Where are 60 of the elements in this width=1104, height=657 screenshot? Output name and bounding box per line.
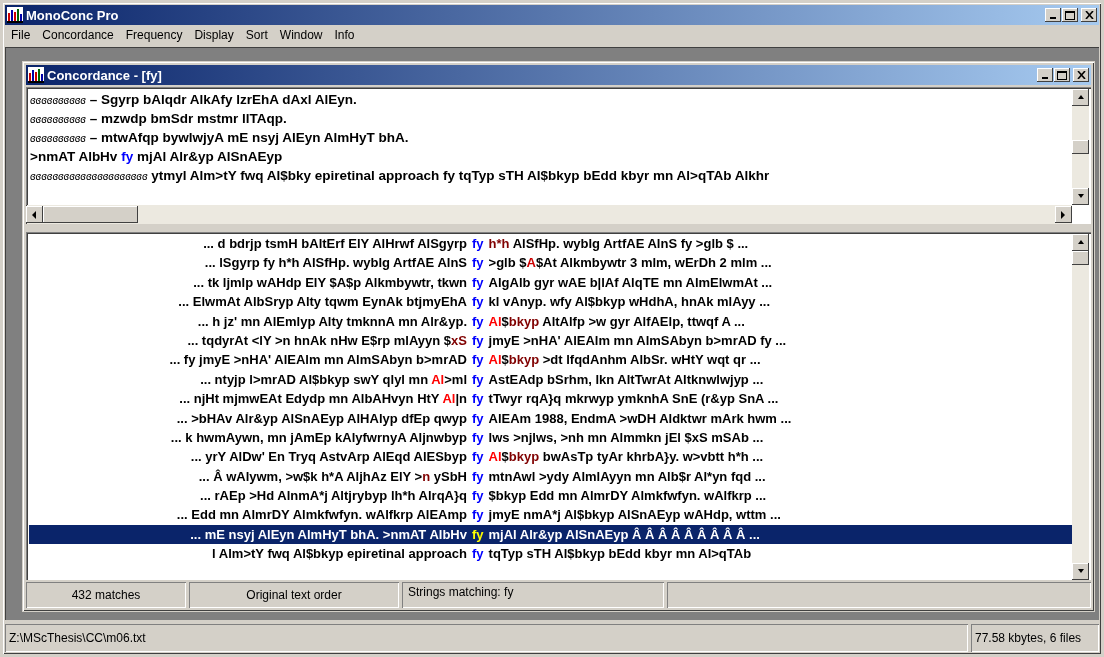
scroll-up-button[interactable] bbox=[1072, 89, 1089, 106]
concordance-line[interactable]: ... h jz' mn AlEmlyp Alty tmknnA mn Alr&yp. fy Al$bkyp AltAlfp >w gyr AlfAElp, ttwqf A ... bbox=[29, 311, 1072, 331]
status-text: 77.58 kbytes, 6 files bbox=[971, 624, 1099, 652]
status-text: Z:\MScThesis\CC\m06.txt bbox=[5, 624, 968, 652]
menu-item[interactable]: Concordance bbox=[36, 28, 120, 42]
concordance-line[interactable]: ... d bdrjp tsmH bAltErf ElY AlHrwf AlSgyrp fy h*h AlSfHp. wyblg ArtfAE AlnS fy >glb $ ... bbox=[29, 234, 1072, 254]
scroll-thumb[interactable] bbox=[43, 206, 138, 223]
child-window-title: Concordance - [fy] bbox=[47, 67, 163, 83]
concordance-line[interactable]: ... ntyjp l>mrAD Al$bkyp swY qlyl mn Al>ml fy AstEAdp bSrhm, lkn AltTwrAt Altknwlwjyp ... bbox=[29, 369, 1072, 390]
scroll-right-button[interactable] bbox=[1055, 206, 1072, 223]
close-button[interactable] bbox=[1081, 8, 1097, 22]
context-line: ɞɞɞɞɞɞɞɞɞɞɞɞɞɞɞɞɞɞɞɞɞ ytmyl Alm>tY fwq Al$bky epiretinal approach fy tqTyp sTH Al$bkyp bEdd kbyr mn Al>qTAb Alkhr bbox=[30, 167, 771, 185]
scroll-thumb[interactable] bbox=[1072, 251, 1089, 265]
context-line: >nmAT AlbHv fy mjAl Alr&yp AlSnAEyp bbox=[30, 148, 284, 166]
close-icon bbox=[1084, 11, 1094, 19]
scroll-thumb[interactable] bbox=[1072, 140, 1089, 154]
concordance-line[interactable]: ... lSgyrp fy h*h AlSfHp. wyblg ArtfAE AlnS fy >glb $A$At Alkmbywtr 3 mlm, wErDh 2 mlm ... bbox=[29, 253, 1072, 273]
concordance-line[interactable]: ... tqdyrAt <lY >n hnAk nHw E$rp mlAyyn $xS fy jmyE >nHA' AlEAlm mn AlmSAbyn b>mrAD fy ... bbox=[29, 330, 1072, 351]
status-panel: Original text order bbox=[189, 582, 399, 608]
concordance-line[interactable]: ... yrY AlDw' En Tryq AstvArp AlEqd AlESbyp fy Al$bkyp bwAsTp tyAr khrbA}y. w>vbtt h*h ... bbox=[29, 447, 1072, 467]
concordance-line[interactable]: ... njHt mjmwEAt Edydp mn AlbAHvyn HtY Al|n fy tTwyr rqA}q mkrwyp ymknhA SnE (r&yp SnA ... bbox=[29, 389, 1072, 409]
context-line: ɞɞɞɞɞɞɞɞɞɞ – Sgyrp bAlqdr AlkAfy lzrEhA dAxl AlEyn. bbox=[30, 91, 358, 109]
scroll-left-button[interactable] bbox=[26, 206, 43, 223]
status-panel: Strings matching: fy bbox=[402, 582, 664, 608]
concordance-line[interactable]: ... >bHAv Alr&yp AlSnAEyp AlHAlyp dfEp qwyp fy AlEAm 1988, EndmA >wDH Aldktwr mArk hwm ... bbox=[29, 408, 1072, 428]
scroll-up-button[interactable] bbox=[1072, 234, 1089, 251]
concordance-line[interactable]: ... Â wAlywm, >w$k h*A AljhAz ElY >n ySbH fy mtnAwl >ydy AlmlAyyn mn Alb$r Al*yn fqd ... bbox=[29, 466, 1072, 487]
concordance-line[interactable]: ... tk ljmlp wAHdp ElY $A$p Alkmbywtr, tkwn fy AlgAlb gyr wAE b|lAf AlqTE mn AlmElwmAt ... bbox=[29, 272, 1072, 293]
maximize-button[interactable] bbox=[1062, 8, 1078, 22]
menu-item[interactable]: Display bbox=[188, 28, 240, 42]
context-line: ɞɞɞɞɞɞɞɞɞɞ – mtwAfqp bywlwjyA mE nsyj AlEyn AlmHyT bhA. bbox=[30, 129, 410, 147]
arrow-left-icon bbox=[30, 210, 39, 219]
concordance-line[interactable]: l Alm>tY fwq Al$bkyp epiretinal approach fy tqTyp sTH Al$bkyp bEdd kbyr mn Al>qTAb bbox=[29, 544, 1072, 564]
status-panel: 432 matches bbox=[26, 582, 186, 608]
menu-item[interactable]: Window bbox=[273, 28, 329, 42]
close-icon bbox=[1076, 71, 1086, 79]
concordance-line[interactable]: ... Edd mn AlmrDY Almkfwfyn. wAlfkrp AlEAmp fy jmyE nmA*j Al$bkyp AlSnAEyp wAHdp, wttm ... bbox=[29, 505, 1072, 525]
menu-item[interactable]: File bbox=[5, 28, 37, 42]
maximize-icon bbox=[1065, 10, 1075, 20]
concordance-line[interactable]: ... ElwmAt AlbSryp Alty tqwm EynAk btjmyEhA fy kl vAnyp. wfy Al$bkyp wHdhA, hnAk mlAyy ... bbox=[29, 292, 1072, 312]
minimize-button[interactable] bbox=[1045, 8, 1061, 22]
concordance-line[interactable]: ... k hwmAywn, mn jAmEp kAlyfwrnyA Aljnwbyp fy lws >njlws, >nh mn Almmkn jEl $xS mSAb ... bbox=[29, 427, 1072, 448]
menu-item[interactable]: Sort bbox=[239, 28, 274, 42]
close-button[interactable] bbox=[1073, 68, 1089, 82]
maximize-button[interactable] bbox=[1054, 68, 1070, 82]
menu-item[interactable]: Frequency bbox=[119, 28, 189, 42]
scroll-down-button[interactable] bbox=[1072, 188, 1089, 205]
arrow-up-icon bbox=[1076, 93, 1085, 102]
maximize-icon bbox=[1057, 70, 1067, 80]
concordance-line[interactable]: ... rAEp >Hd AlnmA*j Altjrybyp lh*h AlrqA}q fy $bkyp Edd mn AlmrDY Almkfwfyn. wAlfkrp ... bbox=[29, 486, 1072, 506]
window-title: MonoConc Pro bbox=[26, 7, 120, 23]
arrow-up-icon bbox=[1076, 238, 1085, 247]
bar-chart-icon bbox=[28, 67, 44, 83]
bar-chart-icon bbox=[7, 7, 23, 23]
concordance-line[interactable]: ... fy jmyE >nHA' AlEAlm mn AlmSAbyn b>mrAD fy Al$bkyp >dt lfqdAnhm AlbSr. wHtY wqt qr ... bbox=[29, 350, 1072, 370]
menu-item[interactable]: Info bbox=[328, 28, 361, 42]
arrow-right-icon bbox=[1059, 210, 1068, 219]
context-line: ɞɞɞɞɞɞɞɞɞɞ – mzwdp bmSdr mstmr llTAqp. bbox=[30, 110, 288, 128]
minimize-button[interactable] bbox=[1037, 68, 1053, 82]
scroll-down-button[interactable] bbox=[1072, 563, 1089, 580]
